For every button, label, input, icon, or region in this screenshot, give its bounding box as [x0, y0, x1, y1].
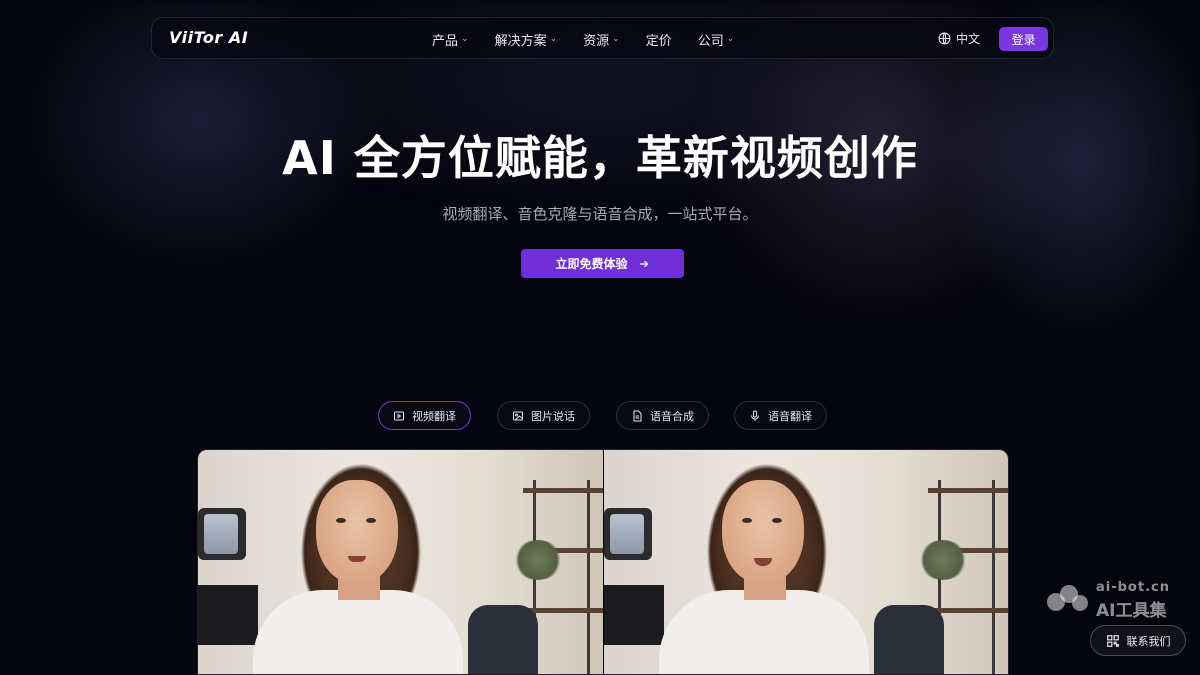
nav-label: 解决方案	[494, 33, 547, 49]
watermark-title: AI工具集	[1096, 601, 1167, 621]
nav-label: 产品	[432, 33, 459, 49]
watermark-logo-icon	[1047, 585, 1088, 611]
video-translation-demo[interactable]	[197, 449, 1009, 675]
top-navbar: ViiTor AI 产品 ⌄ 解决方案 ⌄ 资源 ⌄ 定价 公司 ⌄ 中文 登录	[151, 17, 1054, 59]
cta-label: 立即免费体验	[555, 257, 628, 271]
original-video-frame	[198, 450, 603, 674]
chair	[874, 605, 944, 674]
tab-label: 语音翻译	[768, 409, 812, 423]
image-icon	[513, 411, 523, 420]
tab-talking-photo[interactable]: 图片说话	[497, 401, 590, 430]
monitor	[198, 585, 258, 645]
chevron-down-icon: ⌄	[726, 34, 735, 44]
watermark-domain: ai-bot.cn	[1096, 580, 1170, 595]
contact-label: 联系我们	[1126, 634, 1171, 648]
nav-label: 公司	[697, 33, 724, 49]
language-label: 中文	[956, 32, 981, 46]
chevron-down-icon: ⌄	[461, 34, 469, 44]
tab-label: 视频翻译	[412, 409, 456, 423]
tab-label: 语音合成	[650, 409, 694, 423]
monitor	[604, 585, 664, 645]
contact-us-button[interactable]: 联系我们	[1090, 625, 1186, 656]
feature-tabs: 视频翻译 图片说话 语音合成 语音翻译	[0, 401, 1200, 430]
nav-item-resources[interactable]: 资源 ⌄	[583, 30, 620, 49]
chevron-down-icon: ⌄	[612, 34, 620, 44]
tab-label: 图片说话	[531, 409, 575, 423]
document-icon	[633, 410, 642, 421]
nav-item-company[interactable]: 公司 ⌄	[698, 30, 735, 49]
phone-on-tripod	[198, 508, 246, 560]
tab-speech-synthesis[interactable]: 语音合成	[616, 401, 709, 430]
hero-title: AI 全方位赋能，革新视频创作	[282, 131, 918, 185]
language-switcher[interactable]: 中文	[938, 30, 980, 47]
qr-code-icon	[1106, 634, 1119, 647]
eye	[336, 518, 346, 523]
arrow-right-icon	[639, 260, 648, 267]
microphone-icon	[751, 410, 759, 421]
nav-item-solutions[interactable]: 解决方案 ⌄	[495, 30, 558, 49]
free-trial-button[interactable]: 立即免费体验	[521, 249, 684, 278]
translated-video-frame	[603, 450, 1008, 674]
main-nav: 产品 ⌄ 解决方案 ⌄ 资源 ⌄ 定价 公司 ⌄	[432, 18, 760, 60]
chevron-down-icon: ⌄	[549, 34, 558, 44]
tab-speech-translation[interactable]: 语音翻译	[734, 401, 827, 430]
woman-shirt	[253, 590, 463, 674]
woman-shirt	[659, 590, 869, 674]
brand-logo[interactable]: ViiTor AI	[169, 28, 248, 47]
mouth	[348, 556, 366, 562]
tab-video-translation[interactable]: 视频翻译	[378, 401, 471, 430]
play-square-icon	[394, 411, 404, 420]
phone-on-tripod	[604, 508, 652, 560]
woman-face	[316, 480, 398, 584]
nav-item-pricing[interactable]: 定价	[646, 30, 672, 49]
eye	[772, 518, 782, 523]
hero-subtitle: 视频翻译、音色克隆与语音合成，一站式平台。	[442, 205, 758, 223]
nav-label: 资源	[583, 33, 610, 49]
chair	[468, 605, 538, 674]
eye	[366, 518, 376, 523]
plant	[513, 540, 563, 580]
nav-item-products[interactable]: 产品 ⌄	[432, 30, 469, 49]
woman-face	[722, 480, 804, 584]
watermark: ai-bot.cn AI工具集	[1044, 580, 1189, 621]
globe-icon	[938, 32, 951, 45]
eye	[742, 518, 752, 523]
nav-label: 定价	[645, 33, 672, 49]
plant	[918, 540, 968, 580]
mouth	[754, 558, 772, 566]
login-button[interactable]: 登录	[999, 27, 1048, 51]
